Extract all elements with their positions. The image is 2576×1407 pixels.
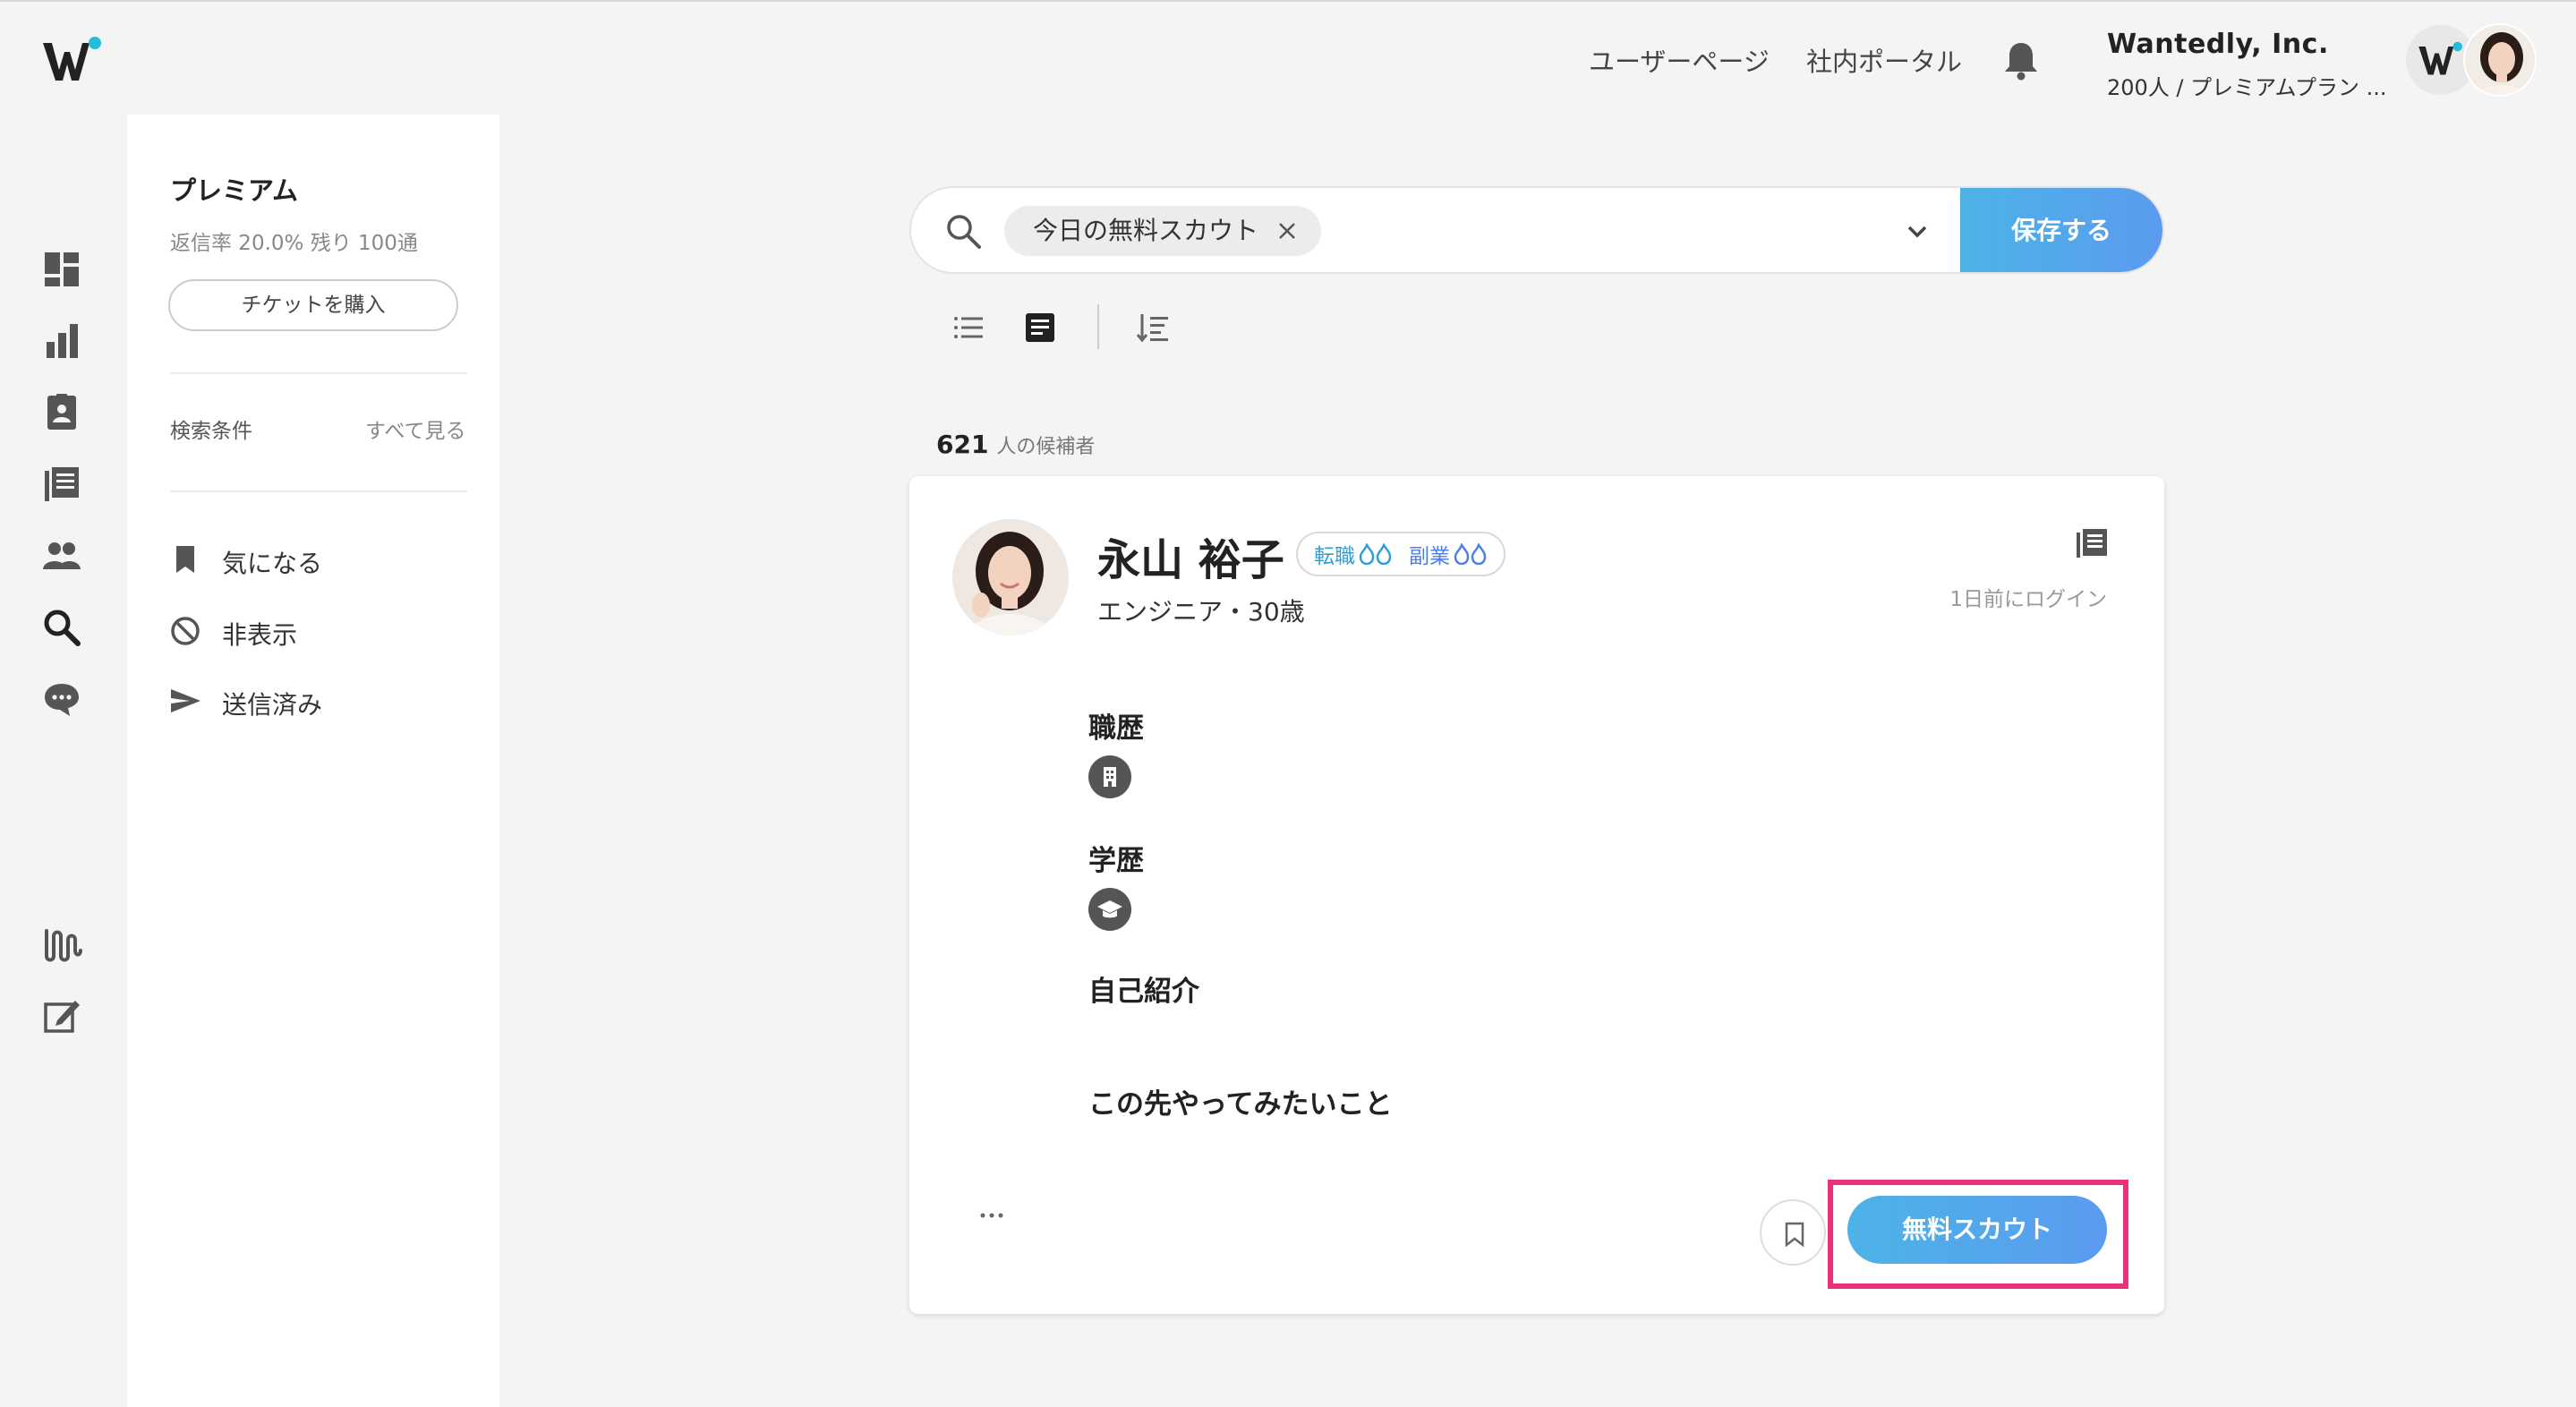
company-plan: 200人 / プレミアムプラン ...	[2107, 75, 2387, 100]
buy-ticket-button[interactable]: チケットを購入	[168, 279, 458, 331]
flame-icon	[1359, 543, 1392, 565]
candidate-avatar[interactable]	[952, 519, 1069, 635]
search-conditions-label: 検索条件	[170, 420, 252, 443]
free-scout-button[interactable]: 無料スカウト	[1847, 1196, 2107, 1264]
graduation-cap-icon	[1088, 888, 1131, 931]
sort-icon[interactable]	[1135, 310, 1171, 345]
sidebar-item-bookmarked[interactable]: 気になる	[168, 539, 455, 582]
badge-label: 副業	[1409, 545, 1450, 568]
edit-icon[interactable]	[41, 995, 82, 1036]
candidate-card[interactable]: 永山 裕子 転職 副業 エンジニア・30歳 1日前にログイン 職歴 学歴 自己紹…	[909, 476, 2164, 1314]
plan-title: プレミアム	[170, 175, 298, 206]
search-icon[interactable]	[41, 607, 82, 648]
nav-user-page[interactable]: ユーザーページ	[1589, 41, 1770, 79]
wantedly-icon[interactable]	[41, 924, 82, 965]
hidden-icon	[171, 617, 200, 645]
sidebar-item-sent[interactable]: 送信済み	[168, 680, 455, 723]
wantedly-logo[interactable]	[41, 36, 104, 86]
bookmark-icon	[1785, 1222, 1804, 1248]
career-heading: 職歴	[1088, 712, 1144, 745]
self-intro-heading: 自己紹介	[1088, 976, 1199, 1008]
more-icon[interactable]	[974, 1205, 1010, 1226]
bookmark-button[interactable]	[1760, 1199, 1826, 1266]
flame-icon	[1454, 543, 1487, 565]
search-chip[interactable]: 今日の無料スカウト	[1004, 206, 1322, 256]
nav-portal[interactable]: 社内ポータル	[1806, 41, 1962, 79]
intent-badges: 転職 副業	[1296, 532, 1506, 576]
bell-icon[interactable]	[2001, 39, 2041, 81]
company-name[interactable]: Wantedly, Inc.	[2107, 29, 2329, 60]
dashboard-icon[interactable]	[41, 249, 82, 290]
building-icon	[1088, 755, 1131, 798]
profile-icon[interactable]	[41, 392, 82, 433]
analytics-icon[interactable]	[41, 320, 82, 362]
close-icon[interactable]	[1275, 218, 1300, 243]
search-bar[interactable]: 今日の無料スカウト 保存する	[909, 186, 2164, 274]
search-chip-label: 今日の無料スカウト	[1033, 216, 1259, 245]
list-view-icon[interactable]	[951, 310, 986, 345]
chat-icon[interactable]	[41, 678, 82, 720]
badge-job-change: 転職	[1314, 539, 1393, 569]
bookmark-icon	[176, 546, 194, 573]
avatar[interactable]	[2463, 23, 2537, 97]
sidebar-item-label: 気になる	[222, 549, 323, 578]
chevron-down-icon[interactable]	[1901, 215, 1933, 247]
left-panel: プレミアム 返信率 20.0% 残り 100通 チケットを購入 検索条件 すべて…	[127, 115, 499, 1407]
articles-icon[interactable]	[2075, 526, 2109, 560]
result-count-suffix: 人の候補者	[996, 436, 1096, 458]
divider	[170, 490, 467, 492]
sidebar-item-label: 非表示	[222, 620, 298, 650]
sidebar-item-label: 送信済み	[222, 690, 323, 720]
search-icon	[947, 215, 981, 249]
divider	[170, 372, 467, 374]
sidebar-item-hidden[interactable]: 非表示	[168, 610, 455, 653]
save-button[interactable]: 保存する	[1960, 188, 2162, 272]
articles-icon[interactable]	[41, 464, 82, 505]
reply-rate: 返信率 20.0% 残り 100通	[170, 232, 418, 255]
send-icon	[171, 689, 200, 712]
candidate-role: エンジニア・30歳	[1097, 597, 1305, 627]
people-icon[interactable]	[41, 535, 82, 576]
result-count-number: 621	[936, 430, 989, 459]
last-login: 1日前にログイン	[1949, 588, 2107, 611]
detail-view-icon[interactable]	[1022, 310, 1058, 345]
education-heading: 学歴	[1088, 845, 1144, 877]
header: ユーザーページ 社内ポータル Wantedly, Inc. 200人 / プレミ…	[0, 2, 2576, 115]
badge-label: 転職	[1314, 545, 1355, 568]
candidate-name[interactable]: 永山 裕子	[1097, 524, 1284, 587]
see-all-link[interactable]: すべて見る	[365, 414, 465, 444]
result-count: 621 人の候補者	[936, 430, 1095, 459]
future-heading: この先やってみたいこと	[1088, 1088, 1393, 1121]
divider	[1097, 304, 1099, 349]
badge-side-job: 副業	[1409, 539, 1488, 569]
